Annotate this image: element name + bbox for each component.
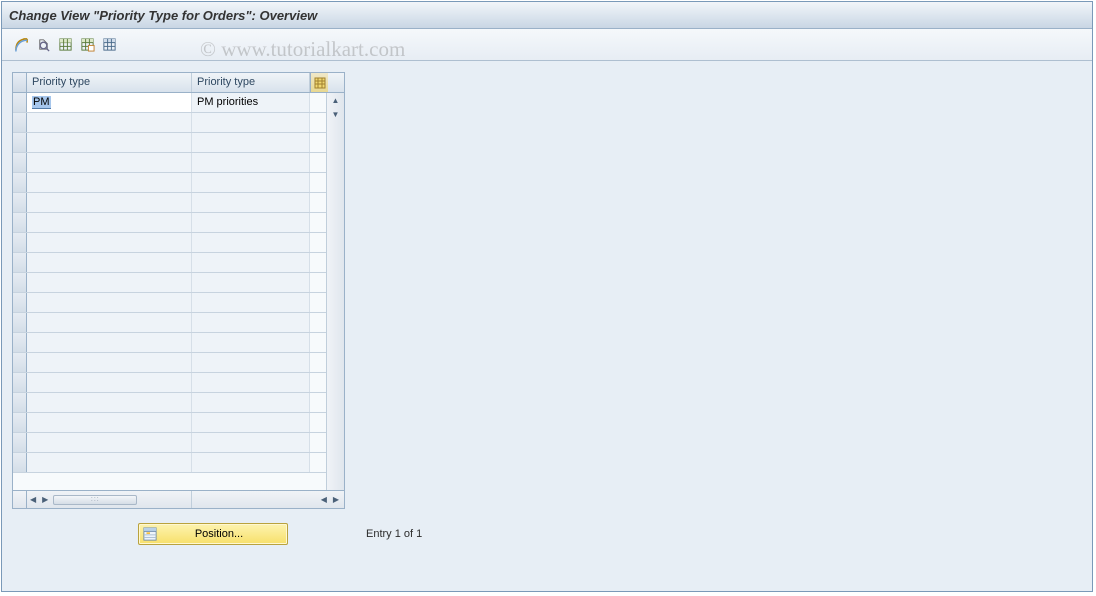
scroll-up-icon[interactable]: ▲: [327, 93, 344, 107]
row-selector[interactable]: [13, 393, 27, 412]
table-row[interactable]: [13, 373, 326, 393]
row-selector[interactable]: [13, 113, 27, 132]
column-header-priority-type-code[interactable]: Priority type: [27, 73, 192, 92]
table-settings-icon[interactable]: [310, 73, 328, 92]
table-body: PM PM priorities: [13, 93, 326, 490]
table-row[interactable]: [13, 233, 326, 253]
table-row[interactable]: [13, 173, 326, 193]
table-row[interactable]: [13, 413, 326, 433]
row-selector[interactable]: [13, 133, 27, 152]
table-row[interactable]: [13, 193, 326, 213]
table-row[interactable]: PM PM priorities: [13, 93, 326, 113]
position-button-label: Position...: [161, 528, 287, 540]
app-frame: Change View "Priority Type for Orders": …: [1, 1, 1093, 592]
table-row[interactable]: [13, 293, 326, 313]
title-bar: Change View "Priority Type for Orders": …: [2, 2, 1092, 29]
column-header-priority-type-desc[interactable]: Priority type: [192, 73, 310, 92]
position-icon: [139, 527, 161, 541]
row-selector[interactable]: [13, 353, 27, 372]
row-selector[interactable]: [13, 253, 27, 272]
cell-priority-type-code[interactable]: PM: [27, 93, 192, 112]
table-header-row: Priority type Priority type: [13, 73, 344, 93]
other-view-icon[interactable]: [12, 36, 30, 54]
row-selector[interactable]: [13, 153, 27, 172]
row-selector[interactable]: [13, 93, 27, 112]
row-selector-header[interactable]: [13, 73, 27, 92]
row-selector[interactable]: [13, 373, 27, 392]
horizontal-scrollbar[interactable]: ◀ ▶ ::: ◀ ▶: [13, 490, 344, 508]
table-row[interactable]: [13, 153, 326, 173]
table-row[interactable]: [13, 133, 326, 153]
row-selector[interactable]: [13, 433, 27, 452]
table-row[interactable]: [13, 433, 326, 453]
row-selector[interactable]: [13, 313, 27, 332]
row-selector[interactable]: [13, 233, 27, 252]
page-title: Change View "Priority Type for Orders": …: [9, 8, 317, 23]
row-selector[interactable]: [13, 333, 27, 352]
table-row[interactable]: [13, 453, 326, 473]
scroll-right-icon[interactable]: ▶: [330, 495, 342, 504]
table-row[interactable]: [13, 213, 326, 233]
table-row[interactable]: [13, 273, 326, 293]
table-row[interactable]: [13, 333, 326, 353]
new-entries-icon[interactable]: [56, 36, 74, 54]
row-selector[interactable]: [13, 193, 27, 212]
vertical-scrollbar[interactable]: ▲ ▼: [326, 93, 344, 490]
content-area: Priority type Priority type PM PM priori…: [2, 61, 1092, 591]
table-row[interactable]: [13, 393, 326, 413]
row-selector[interactable]: [13, 173, 27, 192]
scroll-down-icon[interactable]: ▼: [327, 107, 344, 121]
priority-type-table: Priority type Priority type PM PM priori…: [12, 72, 345, 509]
toolbar: [2, 29, 1092, 61]
row-selector[interactable]: [13, 213, 27, 232]
table-row[interactable]: [13, 253, 326, 273]
cell-priority-type-desc[interactable]: PM priorities: [192, 93, 310, 112]
table-row[interactable]: [13, 113, 326, 133]
row-selector[interactable]: [13, 413, 27, 432]
delete-icon[interactable]: [100, 36, 118, 54]
row-selector[interactable]: [13, 273, 27, 292]
row-selector[interactable]: [13, 293, 27, 312]
table-row[interactable]: [13, 313, 326, 333]
copy-icon[interactable]: [78, 36, 96, 54]
change-icon[interactable]: [34, 36, 52, 54]
scroll-right-icon[interactable]: ▶: [39, 495, 51, 504]
entry-status-text: Entry 1 of 1: [366, 528, 422, 540]
scroll-left-icon[interactable]: ◀: [318, 495, 330, 504]
position-button[interactable]: Position...: [138, 523, 288, 545]
table-row[interactable]: [13, 353, 326, 373]
scroll-thumb[interactable]: :::: [53, 495, 137, 505]
scroll-left-icon[interactable]: ◀: [27, 495, 39, 504]
row-selector[interactable]: [13, 453, 27, 472]
